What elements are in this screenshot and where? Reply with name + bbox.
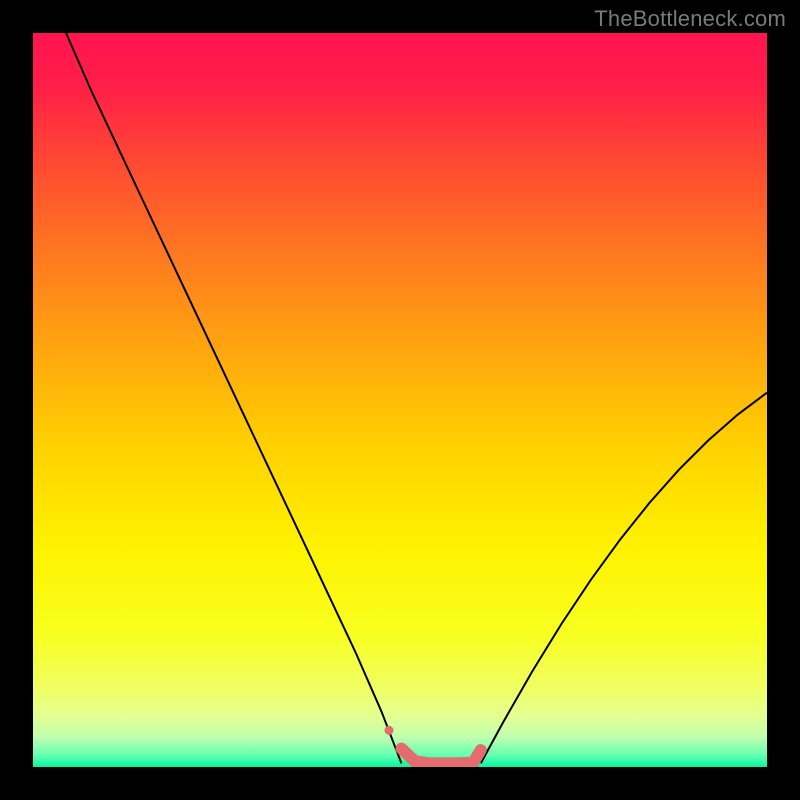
series-bottom-dot bbox=[384, 726, 393, 735]
plot-area bbox=[33, 33, 767, 767]
series-right-curve bbox=[481, 393, 767, 764]
outer-frame: TheBottleneck.com bbox=[0, 0, 800, 800]
series-bottom-segment bbox=[401, 749, 480, 764]
series-left-curve bbox=[66, 33, 401, 763]
curves-layer bbox=[33, 33, 767, 767]
watermark-label: TheBottleneck.com bbox=[594, 6, 786, 32]
